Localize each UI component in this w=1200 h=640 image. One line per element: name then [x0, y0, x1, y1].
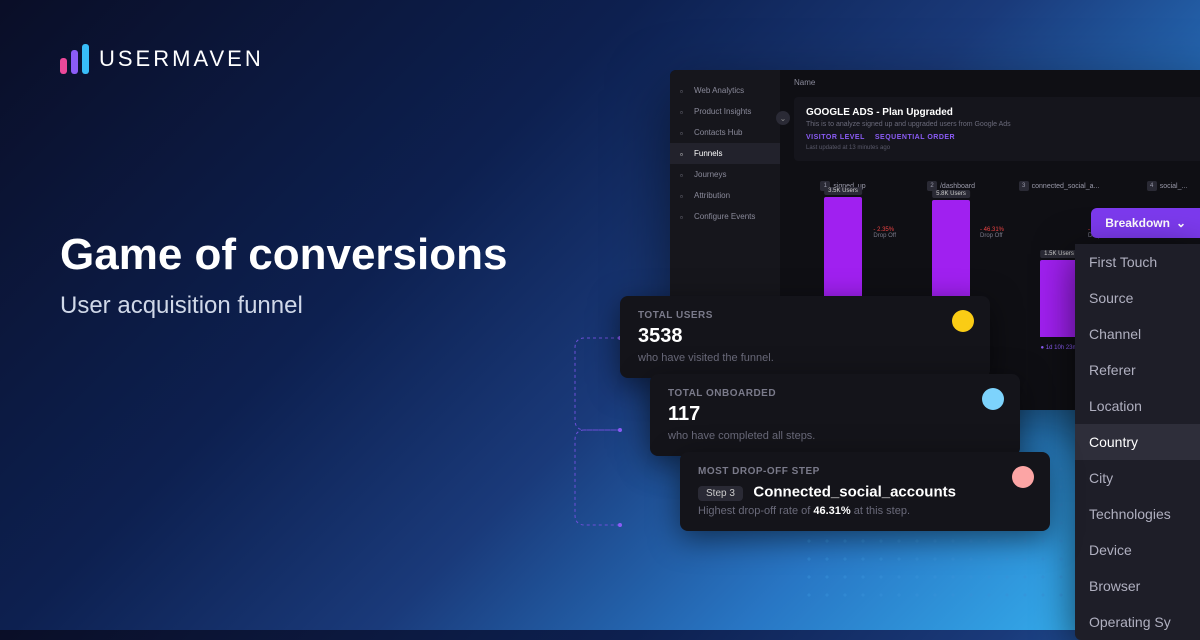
step-pill: Step 3	[698, 486, 743, 501]
step-name: Connected_social_accounts	[753, 483, 956, 500]
sidebar-item-label: Funnels	[694, 149, 722, 158]
card-desc: who have visited the funnel.	[638, 352, 972, 364]
brand-logo: USERMAVEN	[60, 44, 264, 74]
sidebar-item[interactable]: ▫ Attribution	[670, 185, 780, 206]
hero-subtitle: User acquisition funnel	[60, 292, 507, 320]
sidebar-item-label: Product Insights	[694, 107, 751, 116]
breakdown-option[interactable]: Browser	[1075, 568, 1200, 604]
onboarded-icon	[982, 388, 1004, 410]
breakdown-option[interactable]: Source	[1075, 280, 1200, 316]
nav-icon: ▫	[680, 192, 688, 200]
hero-text: Game of conversions User acquisition fun…	[60, 230, 507, 320]
dropoff-icon	[1012, 466, 1034, 488]
breakdown-button[interactable]: Breakdown ⌄	[1091, 208, 1200, 238]
card-total-users: TOTAL USERS 3538 who have visited the fu…	[620, 296, 990, 378]
sidebar-item-label: Web Analytics	[694, 86, 744, 95]
card-label: TOTAL ONBOARDED	[668, 388, 1002, 399]
nav-icon: ▫	[680, 108, 688, 116]
card-value: 3538	[638, 325, 972, 348]
sidebar-item[interactable]: ▫ Contacts Hub	[670, 122, 780, 143]
nav-icon: ▫	[680, 171, 688, 179]
breakdown-option[interactable]: City	[1075, 460, 1200, 496]
card-drop-off: MOST DROP-OFF STEP Step 3 Connected_soci…	[680, 452, 1050, 531]
sidebar-item[interactable]: ▫ Configure Events	[670, 206, 780, 227]
breakdown-option[interactable]: Channel	[1075, 316, 1200, 352]
sidebar-item-label: Attribution	[694, 191, 730, 200]
card-value: 117	[668, 403, 1002, 426]
collapse-icon[interactable]: ⌄	[776, 111, 790, 125]
breakdown-menu: First TouchSourceChannelRefererLocationC…	[1075, 244, 1200, 640]
brand-name: USERMAVEN	[99, 46, 264, 72]
hero-title: Game of conversions	[60, 230, 507, 280]
breakdown-option[interactable]: First Touch	[1075, 244, 1200, 280]
sidebar-item-label: Journeys	[694, 170, 726, 179]
card-desc: Highest drop-off rate of 46.31% at this …	[698, 505, 1032, 517]
breakdown-option[interactable]: Operating Sy	[1075, 604, 1200, 640]
card-total-onboarded: TOTAL ONBOARDED 117 who have completed a…	[650, 374, 1020, 456]
tag-visitor-level: VISITOR LEVEL	[806, 134, 865, 141]
nav-icon: ▫	[680, 150, 688, 158]
chevron-down-icon: ⌄	[1176, 216, 1186, 230]
stat-cards: TOTAL USERS 3538 who have visited the fu…	[620, 296, 1050, 527]
users-icon	[952, 310, 974, 332]
logo-icon	[60, 44, 89, 74]
breakdown-option[interactable]: Technologies	[1075, 496, 1200, 532]
nav-icon: ▫	[680, 87, 688, 95]
card-label: MOST DROP-OFF STEP	[698, 466, 1032, 477]
funnel-title: GOOGLE ADS - Plan Upgraded	[806, 107, 1200, 118]
last-updated: Last updated at 13 minutes ago	[806, 145, 1200, 151]
card-desc: who have completed all steps.	[668, 430, 1002, 442]
sidebar-item-label: Configure Events	[694, 212, 755, 221]
breakdown-option[interactable]: Country	[1075, 424, 1200, 460]
funnel-description: This is to analyze signed up and upgrade…	[806, 121, 1200, 128]
connector-lines	[565, 330, 625, 530]
sidebar-item[interactable]: ▫ Funnels	[670, 143, 780, 164]
breakdown-option[interactable]: Referer	[1075, 352, 1200, 388]
breakdown-option[interactable]: Location	[1075, 388, 1200, 424]
funnel-header[interactable]: ⌄ GOOGLE ADS - Plan Upgraded This is to …	[794, 97, 1200, 161]
sidebar-item-label: Contacts Hub	[694, 128, 742, 137]
nav-icon: ▫	[680, 129, 688, 137]
name-column-header: Name	[794, 78, 1200, 87]
card-label: TOTAL USERS	[638, 310, 972, 321]
breakdown-option[interactable]: Device	[1075, 532, 1200, 568]
nav-icon: ▫	[680, 213, 688, 221]
sidebar-item[interactable]: ▫ Journeys	[670, 164, 780, 185]
sidebar-item[interactable]: ▫ Web Analytics	[670, 80, 780, 101]
breakdown-label: Breakdown	[1105, 216, 1170, 230]
sidebar-item[interactable]: ▫ Product Insights	[670, 101, 780, 122]
tag-sequential: SEQUENTIAL ORDER	[875, 134, 955, 141]
